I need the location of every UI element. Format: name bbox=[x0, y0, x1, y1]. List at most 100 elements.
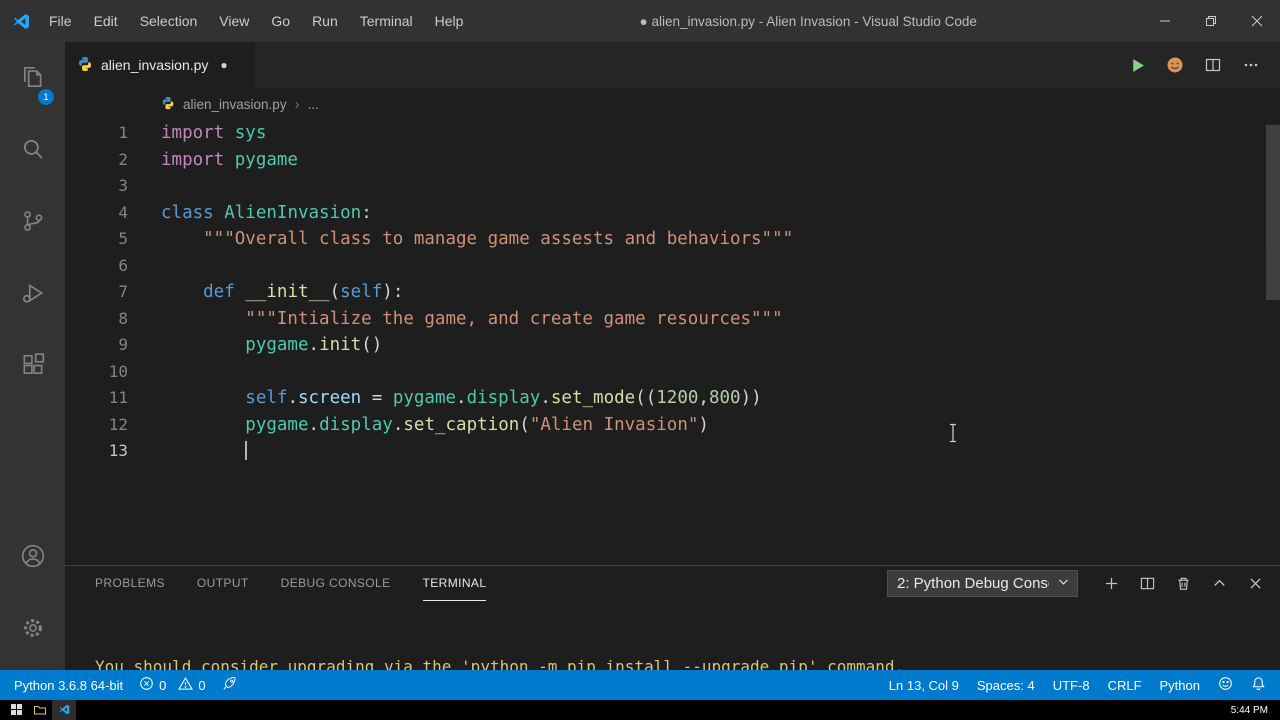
minimize-button[interactable] bbox=[1142, 0, 1188, 42]
more-actions-button[interactable] bbox=[1240, 54, 1262, 76]
workbench: 1 alien_invasion.py ● alien_invasion.py … bbox=[0, 42, 1280, 670]
tab-problems[interactable]: PROBLEMS bbox=[95, 566, 165, 601]
breadcrumb: alien_invasion.py › ... bbox=[65, 88, 1280, 120]
tab-terminal[interactable]: TERMINAL bbox=[422, 566, 487, 601]
notifications-button[interactable] bbox=[1251, 676, 1266, 694]
close-panel-button[interactable] bbox=[1244, 573, 1266, 595]
menu-view[interactable]: View bbox=[208, 0, 260, 42]
extensions-icon bbox=[20, 352, 46, 381]
code-line[interactable]: 8 """Intialize the game, and create game… bbox=[65, 306, 1280, 333]
code-line[interactable]: 7 def __init__(self): bbox=[65, 279, 1280, 306]
menu-bar: File Edit Selection View Go Run Terminal… bbox=[38, 0, 474, 42]
terminal-picker-dropdown[interactable]: 2: Python Debug Console bbox=[887, 570, 1078, 597]
python-interpreter-status[interactable]: Python 3.6.8 64-bit bbox=[14, 678, 123, 693]
line-number: 3 bbox=[118, 176, 128, 195]
error-icon bbox=[139, 676, 154, 694]
rocket-status-button[interactable] bbox=[222, 676, 237, 694]
line-number: 8 bbox=[118, 308, 128, 328]
sidebar-item-account[interactable] bbox=[0, 521, 65, 593]
code-line[interactable]: 4 class AlienInvasion: bbox=[65, 200, 1280, 227]
encoding-status[interactable]: UTF-8 bbox=[1053, 678, 1090, 693]
code-text: pygame.init() bbox=[161, 335, 383, 355]
code-line[interactable]: 2 import pygame bbox=[65, 147, 1280, 174]
modified-indicator[interactable]: ● bbox=[220, 58, 227, 72]
breadcrumb-symbol[interactable]: ... bbox=[308, 97, 319, 112]
start-button[interactable] bbox=[4, 700, 28, 720]
maximize-panel-button[interactable] bbox=[1208, 573, 1230, 595]
terminal-warning-line: You should consider upgrading via the 'p… bbox=[95, 657, 905, 670]
code-text: """Intialize the game, and create game r… bbox=[161, 308, 783, 329]
feedback-button[interactable] bbox=[1218, 676, 1233, 694]
taskbar-clock[interactable]: 5:44 PM bbox=[1231, 705, 1276, 716]
code-line[interactable]: 13 bbox=[65, 438, 1280, 465]
menu-terminal[interactable]: Terminal bbox=[349, 0, 424, 42]
code-text: """Overall class to manage game assests … bbox=[161, 229, 794, 249]
problems-status[interactable]: 0 0 bbox=[139, 676, 206, 694]
tab-label: alien_invasion.py bbox=[101, 57, 209, 73]
line-number: 6 bbox=[118, 255, 128, 275]
cursor-position-status[interactable]: Ln 13, Col 9 bbox=[889, 678, 959, 693]
code-editor[interactable]: 1 import sys 2 import pygame 3 4 class AlienIn… bbox=[65, 120, 1280, 565]
tab-debug-console[interactable]: DEBUG CONSOLE bbox=[281, 566, 391, 601]
python-file-icon bbox=[161, 96, 175, 113]
code-line[interactable]: 1 import sys bbox=[65, 120, 1280, 147]
sidebar-item-settings[interactable] bbox=[0, 593, 65, 665]
warning-icon bbox=[178, 676, 194, 694]
code-line[interactable]: 11 self.screen = pygame.display.set_mode… bbox=[65, 385, 1280, 412]
code-line[interactable]: 9 pygame.init() bbox=[65, 332, 1280, 359]
menu-edit[interactable]: Edit bbox=[83, 0, 129, 42]
split-terminal-button[interactable] bbox=[1136, 573, 1158, 595]
sidebar-item-run-debug[interactable] bbox=[0, 258, 65, 330]
feedback-smiley-icon bbox=[1218, 676, 1233, 694]
menu-run[interactable]: Run bbox=[301, 0, 349, 42]
sidebar-item-extensions[interactable] bbox=[0, 330, 65, 402]
code-line[interactable]: 10 bbox=[65, 359, 1280, 386]
menu-help[interactable]: Help bbox=[424, 0, 475, 42]
search-icon bbox=[20, 136, 46, 165]
status-bar-right: Ln 13, Col 9 Spaces: 4 UTF-8 CRLF Python bbox=[889, 676, 1266, 694]
menu-selection[interactable]: Selection bbox=[129, 0, 209, 42]
editor-actions bbox=[1126, 42, 1280, 88]
close-button[interactable] bbox=[1234, 0, 1280, 42]
python-extension-smiley-icon[interactable] bbox=[1164, 54, 1186, 76]
line-number: 1 bbox=[118, 123, 128, 142]
eol-status[interactable]: CRLF bbox=[1108, 678, 1142, 693]
notifications-bell-icon bbox=[1251, 676, 1266, 694]
code-text: def __init__(self): bbox=[161, 282, 404, 302]
bottom-panel: PROBLEMS OUTPUT DEBUG CONSOLE TERMINAL 2… bbox=[65, 565, 1280, 670]
terminal-output[interactable]: You should consider upgrading via the 'p… bbox=[65, 601, 1280, 670]
run-python-file-button[interactable] bbox=[1126, 54, 1148, 76]
vscode-taskbar-button[interactable] bbox=[52, 700, 76, 720]
sidebar-item-search[interactable] bbox=[0, 114, 65, 186]
sidebar-item-explorer[interactable]: 1 bbox=[0, 42, 65, 114]
panel-header: PROBLEMS OUTPUT DEBUG CONSOLE TERMINAL 2… bbox=[65, 566, 1280, 601]
code-line[interactable]: 5 """Overall class to manage game assest… bbox=[65, 226, 1280, 253]
window-controls bbox=[1142, 0, 1280, 42]
kill-terminal-button[interactable] bbox=[1172, 573, 1194, 595]
breadcrumb-file[interactable]: alien_invasion.py bbox=[183, 97, 287, 112]
code-line[interactable]: 3 bbox=[65, 173, 1280, 200]
editor-tab-bar: alien_invasion.py ● bbox=[65, 42, 1280, 88]
sidebar-item-source-control[interactable] bbox=[0, 186, 65, 258]
language-mode-status[interactable]: Python bbox=[1160, 678, 1200, 693]
file-explorer-taskbar-button[interactable] bbox=[28, 700, 52, 720]
window-title: ● alien_invasion.py - Alien Invasion - V… bbox=[639, 13, 977, 29]
line-number: 2 bbox=[118, 149, 128, 169]
editor-group: alien_invasion.py ● alien_invasion.py › … bbox=[65, 42, 1280, 670]
code-line[interactable]: 12 pygame.display.set_caption("Alien Inv… bbox=[65, 412, 1280, 439]
line-number: 7 bbox=[118, 282, 128, 301]
code-text: import pygame bbox=[161, 149, 298, 170]
editor-caret bbox=[245, 441, 248, 460]
split-editor-button[interactable] bbox=[1202, 54, 1224, 76]
tab-output[interactable]: OUTPUT bbox=[197, 566, 249, 601]
menu-file[interactable]: File bbox=[38, 0, 83, 42]
code-line[interactable]: 6 bbox=[65, 253, 1280, 280]
panel-actions: 2: Python Debug Console bbox=[887, 570, 1266, 597]
new-terminal-button[interactable] bbox=[1100, 573, 1122, 595]
indentation-status[interactable]: Spaces: 4 bbox=[977, 678, 1035, 693]
editor-scrollbar-thumb[interactable] bbox=[1266, 125, 1280, 300]
menu-go[interactable]: Go bbox=[260, 0, 301, 42]
code-text bbox=[161, 438, 248, 465]
tab-alien-invasion-py[interactable]: alien_invasion.py ● bbox=[65, 42, 255, 88]
restore-button[interactable] bbox=[1188, 0, 1234, 42]
